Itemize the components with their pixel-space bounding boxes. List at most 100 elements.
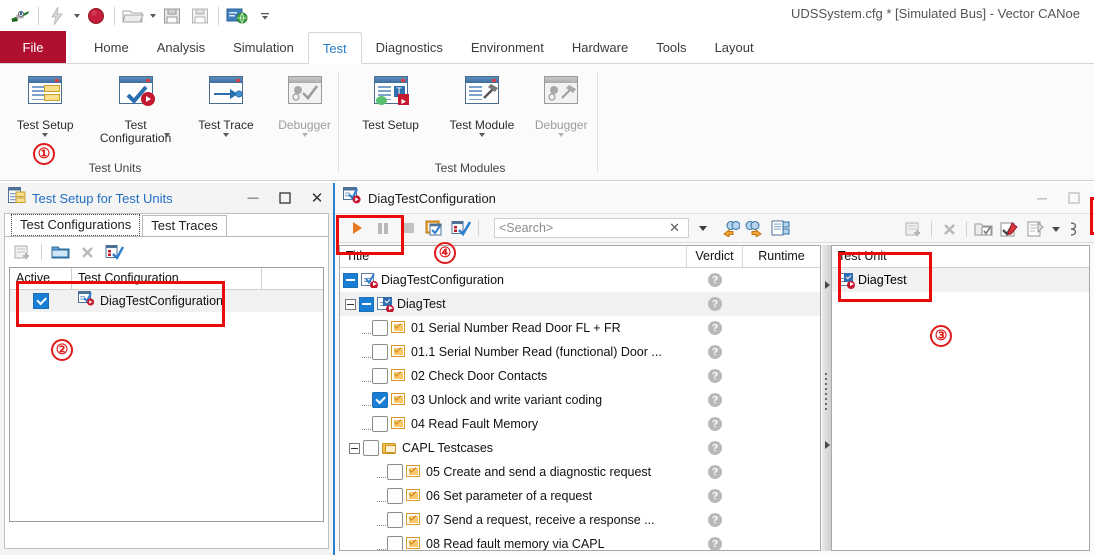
- tab-hardware[interactable]: Hardware: [558, 31, 642, 63]
- lightning-icon[interactable]: [43, 3, 71, 29]
- checkbox-unchecked-icon[interactable]: [387, 464, 403, 480]
- column-test-unit[interactable]: Test Unit: [832, 246, 1089, 268]
- chevron-down-icon[interactable]: [222, 133, 229, 137]
- tab-home[interactable]: Home: [80, 31, 143, 63]
- start-button[interactable]: [345, 217, 369, 239]
- chevron-down-icon[interactable]: [478, 133, 485, 137]
- desktop-globe-icon[interactable]: [223, 3, 251, 29]
- report-options-dropdown[interactable]: [1050, 218, 1062, 240]
- test-unit-icon: [838, 272, 855, 289]
- search-dropdown-icon[interactable]: [691, 217, 715, 239]
- ribbon-button-test-setup[interactable]: Test Setup: [0, 74, 90, 137]
- tree-row[interactable]: 07 Send a request, receive a response ..…: [340, 508, 820, 532]
- close-button[interactable]: ✕: [301, 185, 333, 211]
- checkbox-unchecked-icon[interactable]: [372, 344, 388, 360]
- report-options-icon[interactable]: [1024, 218, 1048, 240]
- save-as-icon[interactable]: [186, 3, 214, 29]
- tab-diagnostics[interactable]: Diagnostics: [362, 31, 457, 63]
- collapse-expander-icon[interactable]: [349, 442, 360, 454]
- tree-row[interactable]: DiagTestConfiguration ?: [340, 268, 820, 292]
- tree-row[interactable]: 01.1 Serial Number Read (functional) Doo…: [340, 340, 820, 364]
- checkbox-unchecked-icon[interactable]: [387, 488, 403, 504]
- test-tree[interactable]: Title Verdict Runtime DiagTestConfigurat…: [339, 245, 821, 551]
- ribbon-button-test-configuration[interactable]: Test Configuration: [90, 74, 180, 145]
- tab-file[interactable]: File: [0, 31, 66, 63]
- minimize-button[interactable]: [1026, 185, 1058, 211]
- list-item[interactable]: DiagTest: [832, 268, 1089, 292]
- tab-simulation[interactable]: Simulation: [219, 31, 308, 63]
- open-test-configuration-icon[interactable]: [48, 241, 72, 263]
- test-report-icon[interactable]: [423, 217, 447, 239]
- tab-test-traces[interactable]: Test Traces: [142, 215, 227, 236]
- save-icon[interactable]: [158, 3, 186, 29]
- test-configuration-settings-icon[interactable]: [449, 217, 473, 239]
- chevron-down-icon[interactable]: [42, 133, 49, 137]
- collapse-expander-icon[interactable]: [345, 298, 356, 310]
- ribbon-separator-2: [597, 72, 598, 172]
- tree-row[interactable]: 02 Check Door Contacts ?: [340, 364, 820, 388]
- ribbon-button-test-trace[interactable]: Test Trace: [181, 74, 271, 137]
- stop-record-icon[interactable]: [82, 3, 110, 29]
- test-unit-pane[interactable]: Test Unit DiagTest: [831, 245, 1090, 551]
- canoe-logo-icon[interactable]: [6, 3, 34, 29]
- test-unit-folder-icon[interactable]: [972, 218, 996, 240]
- pane-splitter[interactable]: [822, 245, 831, 551]
- tab-layout[interactable]: Layout: [701, 31, 768, 63]
- search-input[interactable]: <Search> ✕: [494, 218, 689, 238]
- more-options-icon[interactable]: [1064, 218, 1088, 240]
- collapse-expander-icon[interactable]: [343, 272, 358, 288]
- tree-row[interactable]: 08 Read fault memory via CAPL ?: [340, 532, 820, 550]
- lightning-dropdown[interactable]: [71, 3, 82, 29]
- ribbon-button-test-setup-module[interactable]: T Test Setup: [345, 74, 436, 132]
- qat-separator-3: [218, 7, 219, 25]
- add-test-unit-icon: [902, 218, 926, 240]
- chevron-down-icon[interactable]: [163, 133, 170, 137]
- edit-test-configuration-icon[interactable]: [102, 241, 126, 263]
- checkbox-unchecked-icon[interactable]: [363, 440, 379, 456]
- edit-test-unit-icon[interactable]: [998, 218, 1022, 240]
- row-active-checkbox[interactable]: [10, 293, 72, 309]
- column-test-configuration[interactable]: Test Configuration: [72, 268, 262, 289]
- tab-environment[interactable]: Environment: [457, 31, 558, 63]
- ribbon-button-test-module[interactable]: Test Module: [436, 74, 527, 137]
- maximize-button[interactable]: [269, 185, 301, 211]
- search-clear-icon[interactable]: ✕: [665, 220, 684, 236]
- tree-row[interactable]: 06 Set parameter of a request ?: [340, 484, 820, 508]
- column-title[interactable]: Title: [340, 246, 687, 267]
- column-runtime[interactable]: Runtime: [743, 246, 820, 267]
- checkbox-checked-icon[interactable]: [33, 293, 49, 309]
- expand-tree-icon[interactable]: [769, 217, 793, 239]
- checkbox-unchecked-icon[interactable]: [372, 320, 388, 336]
- checkbox-checked-icon[interactable]: [372, 392, 388, 408]
- find-previous-icon[interactable]: [717, 217, 741, 239]
- column-verdict[interactable]: Verdict: [687, 246, 743, 267]
- table-row[interactable]: DiagTestConfiguration: [10, 290, 323, 312]
- qat-more-icon[interactable]: [251, 3, 279, 29]
- tab-test[interactable]: Test: [307, 32, 362, 64]
- minimize-button[interactable]: —: [237, 185, 269, 211]
- open-dropdown[interactable]: [147, 3, 158, 29]
- debugger-module-icon: [541, 76, 581, 114]
- splitter-grip[interactable]: [825, 373, 827, 413]
- column-active[interactable]: Active: [10, 268, 72, 289]
- checkbox-unchecked-icon[interactable]: [372, 368, 388, 384]
- tab-analysis[interactable]: Analysis: [143, 31, 219, 63]
- tree-row[interactable]: 05 Create and send a diagnostic request …: [340, 460, 820, 484]
- checkbox-unchecked-icon[interactable]: [387, 512, 403, 528]
- collapse-expander-icon[interactable]: [359, 296, 374, 312]
- tab-tools[interactable]: Tools: [642, 31, 700, 63]
- tree-row[interactable]: DiagTest ?: [340, 292, 820, 316]
- checkbox-unchecked-icon[interactable]: [372, 416, 388, 432]
- tree-row[interactable]: 01 Serial Number Read Door FL + FR ?: [340, 316, 820, 340]
- maximize-button[interactable]: [1058, 185, 1090, 211]
- checkbox-unchecked-icon[interactable]: [387, 536, 403, 550]
- find-next-icon[interactable]: [743, 217, 767, 239]
- test-setup-panel-title: Test Setup for Test Units: [32, 190, 173, 206]
- tree-row[interactable]: 04 Read Fault Memory ?: [340, 412, 820, 436]
- tab-test-configurations[interactable]: Test Configurations: [11, 214, 141, 236]
- splitter-arrow-icon[interactable]: [824, 441, 830, 449]
- splitter-arrow-icon[interactable]: [824, 281, 830, 289]
- open-folder-icon[interactable]: [119, 3, 147, 29]
- tree-row[interactable]: 03 Unlock and write variant coding ?: [340, 388, 820, 412]
- tree-row[interactable]: CAPL Testcases ?: [340, 436, 820, 460]
